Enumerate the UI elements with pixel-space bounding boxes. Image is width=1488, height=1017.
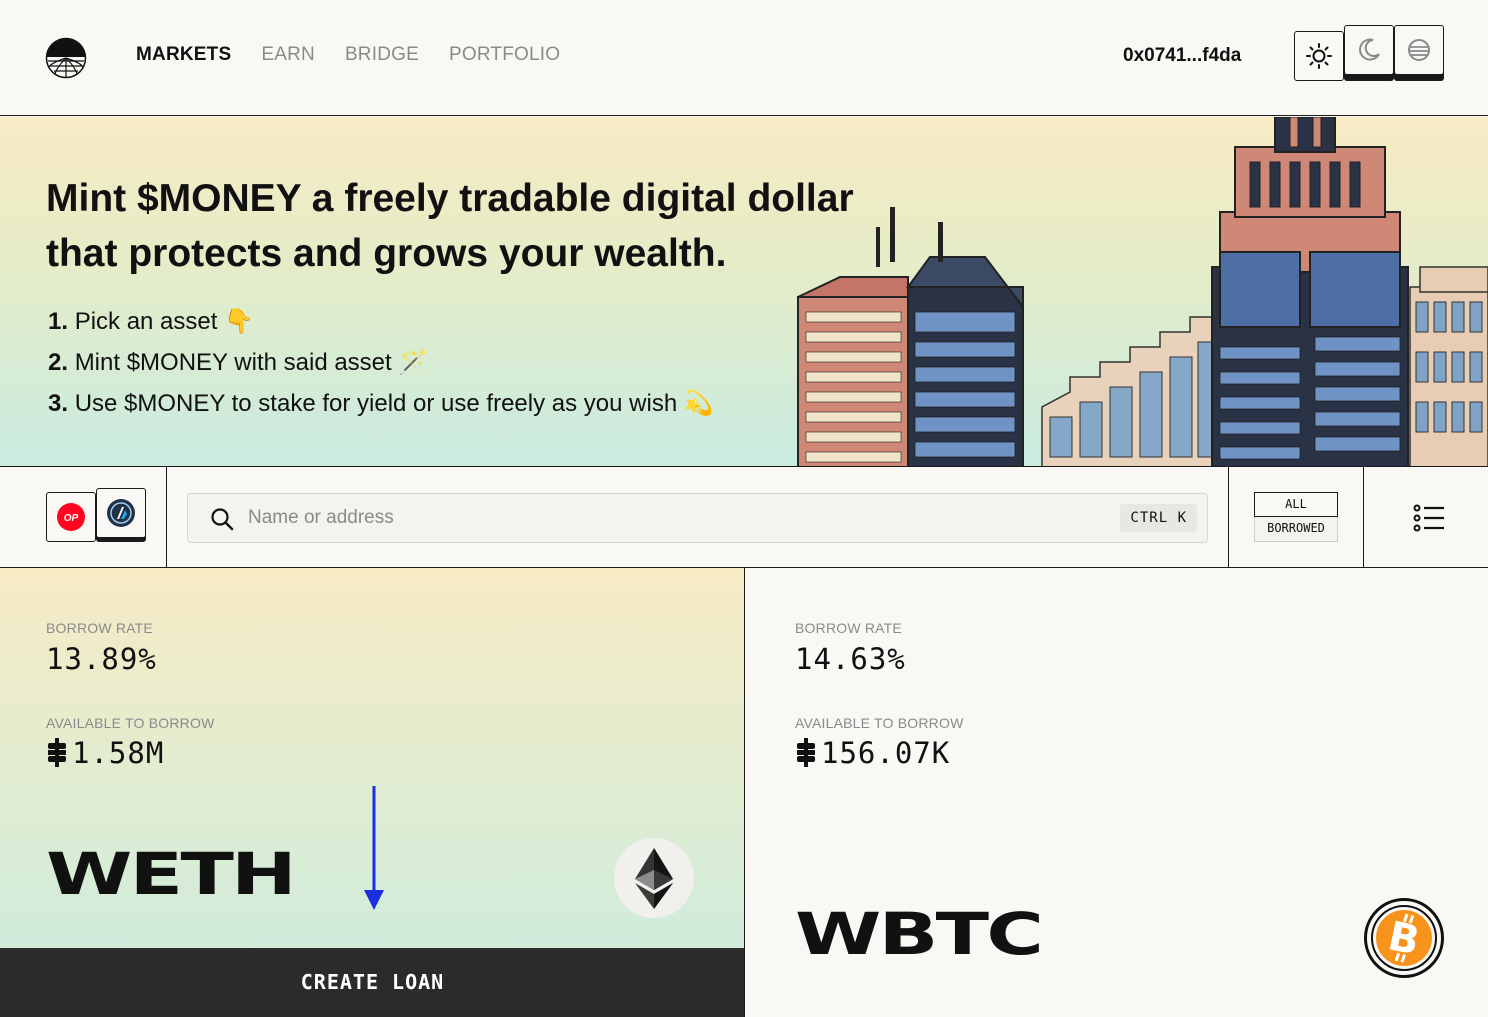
market-card-weth[interactable]: BORROW RATE 13.89% AVAILABLE TO BORROW 1… bbox=[0, 568, 745, 1017]
dizzy-emoji: 💫 bbox=[683, 390, 714, 417]
btc-token-icon: B bbox=[1364, 898, 1444, 978]
moon-icon bbox=[1359, 38, 1380, 61]
filter-borrowed-option[interactable]: BORROWED bbox=[1254, 517, 1338, 542]
svg-text:OP: OP bbox=[64, 513, 79, 524]
step-1: 1. Pick an asset 👇 bbox=[48, 308, 254, 335]
keyboard-shortcut-hint: CTRL K bbox=[1120, 504, 1197, 532]
nav-bridge[interactable]: BRIDGE bbox=[345, 44, 419, 66]
available-label: AVAILABLE TO BORROW bbox=[46, 715, 215, 731]
available-value: 156.07K bbox=[795, 736, 950, 770]
dark-theme-button[interactable] bbox=[1344, 25, 1394, 75]
search-icon bbox=[211, 508, 234, 531]
steps-list: 1. Pick an asset 👇 2. Mint $MONEY with s… bbox=[48, 301, 714, 424]
pointing-down-emoji: 👇 bbox=[224, 308, 254, 335]
borrow-rate-value: 14.63% bbox=[795, 642, 906, 676]
wallet-address-button[interactable]: 0x0741...f4da bbox=[1123, 45, 1241, 67]
sun-icon bbox=[1306, 43, 1332, 69]
list-view-icon[interactable] bbox=[1413, 503, 1445, 533]
system-theme-button[interactable] bbox=[1394, 25, 1444, 75]
nav-earn[interactable]: EARN bbox=[261, 44, 315, 66]
step-2: 2. Mint $MONEY with said asset 🪄 bbox=[48, 349, 429, 376]
globe-icon bbox=[1408, 39, 1430, 61]
market-card-wbtc[interactable]: BORROW RATE 14.63% AVAILABLE TO BORROW 1… bbox=[745, 568, 1488, 1017]
chain-op-button[interactable]: OP bbox=[46, 492, 96, 542]
optimism-icon: OP bbox=[57, 503, 85, 531]
money-symbol-icon bbox=[48, 738, 66, 767]
search-input[interactable] bbox=[248, 504, 1048, 532]
eth-token-icon bbox=[614, 838, 694, 918]
nav-markets[interactable]: MARKETS bbox=[136, 44, 231, 66]
borrow-rate-label: BORROW RATE bbox=[795, 620, 902, 636]
divider bbox=[166, 467, 167, 567]
arbitrum-icon bbox=[107, 499, 135, 527]
light-theme-button[interactable] bbox=[1294, 31, 1344, 81]
nav-portfolio[interactable]: PORTFOLIO bbox=[449, 44, 560, 66]
asset-name: WETH bbox=[46, 840, 297, 908]
ethereum-icon bbox=[635, 848, 673, 909]
search-box: CTRL K bbox=[187, 493, 1208, 543]
theme-switcher bbox=[1294, 25, 1444, 81]
bitcoin-icon: B bbox=[1364, 898, 1444, 978]
hero-title: Mint $MONEY a freely tradable digital do… bbox=[46, 177, 854, 275]
money-brand: $MONEY bbox=[136, 177, 301, 220]
available-value: 1.58M bbox=[46, 736, 164, 770]
all-borrowed-toggle: ALL BORROWED bbox=[1254, 492, 1338, 542]
chain-arbitrum-button[interactable] bbox=[96, 488, 146, 538]
magic-wand-emoji: 🪄 bbox=[398, 349, 429, 376]
asset-name: WBTC bbox=[795, 900, 1044, 968]
divider bbox=[1228, 467, 1229, 567]
top-header: MARKETS EARN BRIDGE PORTFOLIO 0x0741...f… bbox=[0, 0, 1488, 116]
step-3: 3. Use $MONEY to stake for yield or use … bbox=[48, 390, 714, 417]
city-buildings-illustration bbox=[797, 117, 1488, 466]
main-nav: MARKETS EARN BRIDGE PORTFOLIO bbox=[136, 44, 560, 66]
hero-banner: Mint $MONEY a freely tradable digital do… bbox=[0, 117, 1488, 467]
borrow-rate-label: BORROW RATE bbox=[46, 620, 153, 636]
sunset-globe-logo[interactable] bbox=[45, 37, 87, 79]
create-loan-button[interactable]: CREATE LOAN bbox=[0, 948, 744, 1017]
market-filter-bar: OP CTRL K ALL BORROWED bbox=[0, 467, 1488, 568]
divider bbox=[1363, 467, 1364, 567]
arrow-down-icon bbox=[364, 786, 384, 910]
available-label: AVAILABLE TO BORROW bbox=[795, 715, 964, 731]
money-symbol-icon bbox=[797, 738, 815, 767]
filter-all-option[interactable]: ALL bbox=[1254, 492, 1338, 517]
chain-selector: OP bbox=[46, 488, 146, 542]
borrow-rate-value: 13.89% bbox=[46, 642, 157, 676]
